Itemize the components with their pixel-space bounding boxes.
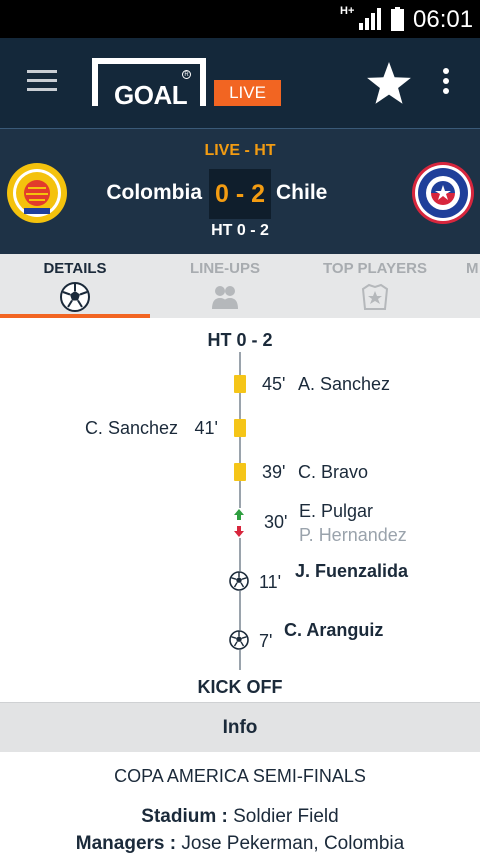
players-icon <box>212 286 238 309</box>
info-section: COPA AMERICA SEMI-FINALS Stadium : Soldi… <box>0 752 480 854</box>
stadium-row: Stadium : Soldier Field <box>0 806 480 828</box>
timeline-kickoff-label: KICK OFF <box>197 677 283 697</box>
chile-crest-icon <box>412 162 474 224</box>
match-header: LIVE - HT Colombia 0 - 2 Chile HT 0 - 2 <box>0 128 480 254</box>
overflow-menu-icon[interactable] <box>443 68 451 96</box>
substitution-icon <box>233 508 245 538</box>
event-scorer[interactable]: J. Fuenzalida <box>295 561 408 582</box>
colombia-crest-icon <box>7 163 67 223</box>
away-team-name[interactable]: Chile <box>276 181 327 205</box>
event-minute: 41' <box>194 418 218 438</box>
star-badge-icon <box>361 283 389 310</box>
halftime-score: HT 0 - 2 <box>211 222 269 239</box>
managers-label: Managers : <box>75 833 177 854</box>
tab-details[interactable]: DETAILS <box>0 254 150 318</box>
match-timeline: HT 0 - 2 45' A. Sanchez C. Sanchez 41' 3… <box>0 318 480 702</box>
event-minute: 11' <box>259 572 282 592</box>
timeline-halftime-label: HT 0 - 2 <box>207 330 273 350</box>
live-badge: LIVE <box>214 80 281 106</box>
yellow-card-icon <box>234 375 246 393</box>
menu-icon[interactable] <box>27 70 57 92</box>
status-bar: H+ 06:01 <box>0 0 480 38</box>
tab-more[interactable]: M <box>466 254 480 318</box>
event-minute: 39' <box>262 462 286 482</box>
event-scorer[interactable]: C. Aranguiz <box>284 620 383 641</box>
tab-label: DETAILS <box>43 260 107 277</box>
tab-lineups[interactable]: LINE-UPS <box>150 254 300 318</box>
managers-value: Jose Pekerman, Colombia <box>181 833 405 854</box>
stadium-label: Stadium : <box>141 806 228 827</box>
goal-ball-icon <box>229 571 249 591</box>
event-player-out[interactable]: P. Hernandez <box>299 525 407 546</box>
star-icon[interactable] <box>366 60 412 106</box>
event-player[interactable]: C. Sanchez <box>85 418 178 439</box>
home-team-name[interactable]: Colombia <box>106 181 202 205</box>
logo-text: GOAL <box>114 80 188 110</box>
score: 0 - 2 <box>209 169 271 219</box>
event-player[interactable]: C. Bravo <box>298 462 368 483</box>
competition-name: COPA AMERICA SEMI-FINALS <box>114 766 366 786</box>
info-section-header[interactable]: Info <box>0 702 480 752</box>
match-status: LIVE - HT <box>204 142 276 159</box>
yellow-card-icon <box>234 463 246 481</box>
tab-label: TOP PLAYERS <box>323 260 427 277</box>
signal-icon <box>359 8 381 30</box>
battery-icon <box>391 7 404 31</box>
event-minute: 45' <box>262 374 286 394</box>
event-player-in[interactable]: E. Pulgar <box>299 501 373 522</box>
managers-row: Managers : Jose Pekerman, Colombia <box>0 833 480 854</box>
yellow-card-icon <box>234 419 246 437</box>
tab-label: M <box>466 260 479 277</box>
registered-icon: R <box>182 70 191 79</box>
stadium-value: Soldier Field <box>233 806 339 827</box>
goal-live-logo: GOAL R LIVE <box>92 58 282 110</box>
goal-ball-icon <box>229 630 249 650</box>
event-player[interactable]: A. Sanchez <box>298 374 390 395</box>
soccer-ball-icon <box>60 282 90 312</box>
event-minute: 7' <box>259 631 273 651</box>
tab-label: LINE-UPS <box>189 260 260 277</box>
network-type: H+ <box>340 5 355 17</box>
tab-bar: DETAILS LINE-UPS TOP PLAYERS M <box>0 254 480 318</box>
tab-top-players[interactable]: TOP PLAYERS <box>300 254 450 318</box>
event-minute: 30' <box>264 512 288 532</box>
app-bar: GOAL R LIVE <box>0 38 480 128</box>
clock: 06:01 <box>413 6 474 33</box>
